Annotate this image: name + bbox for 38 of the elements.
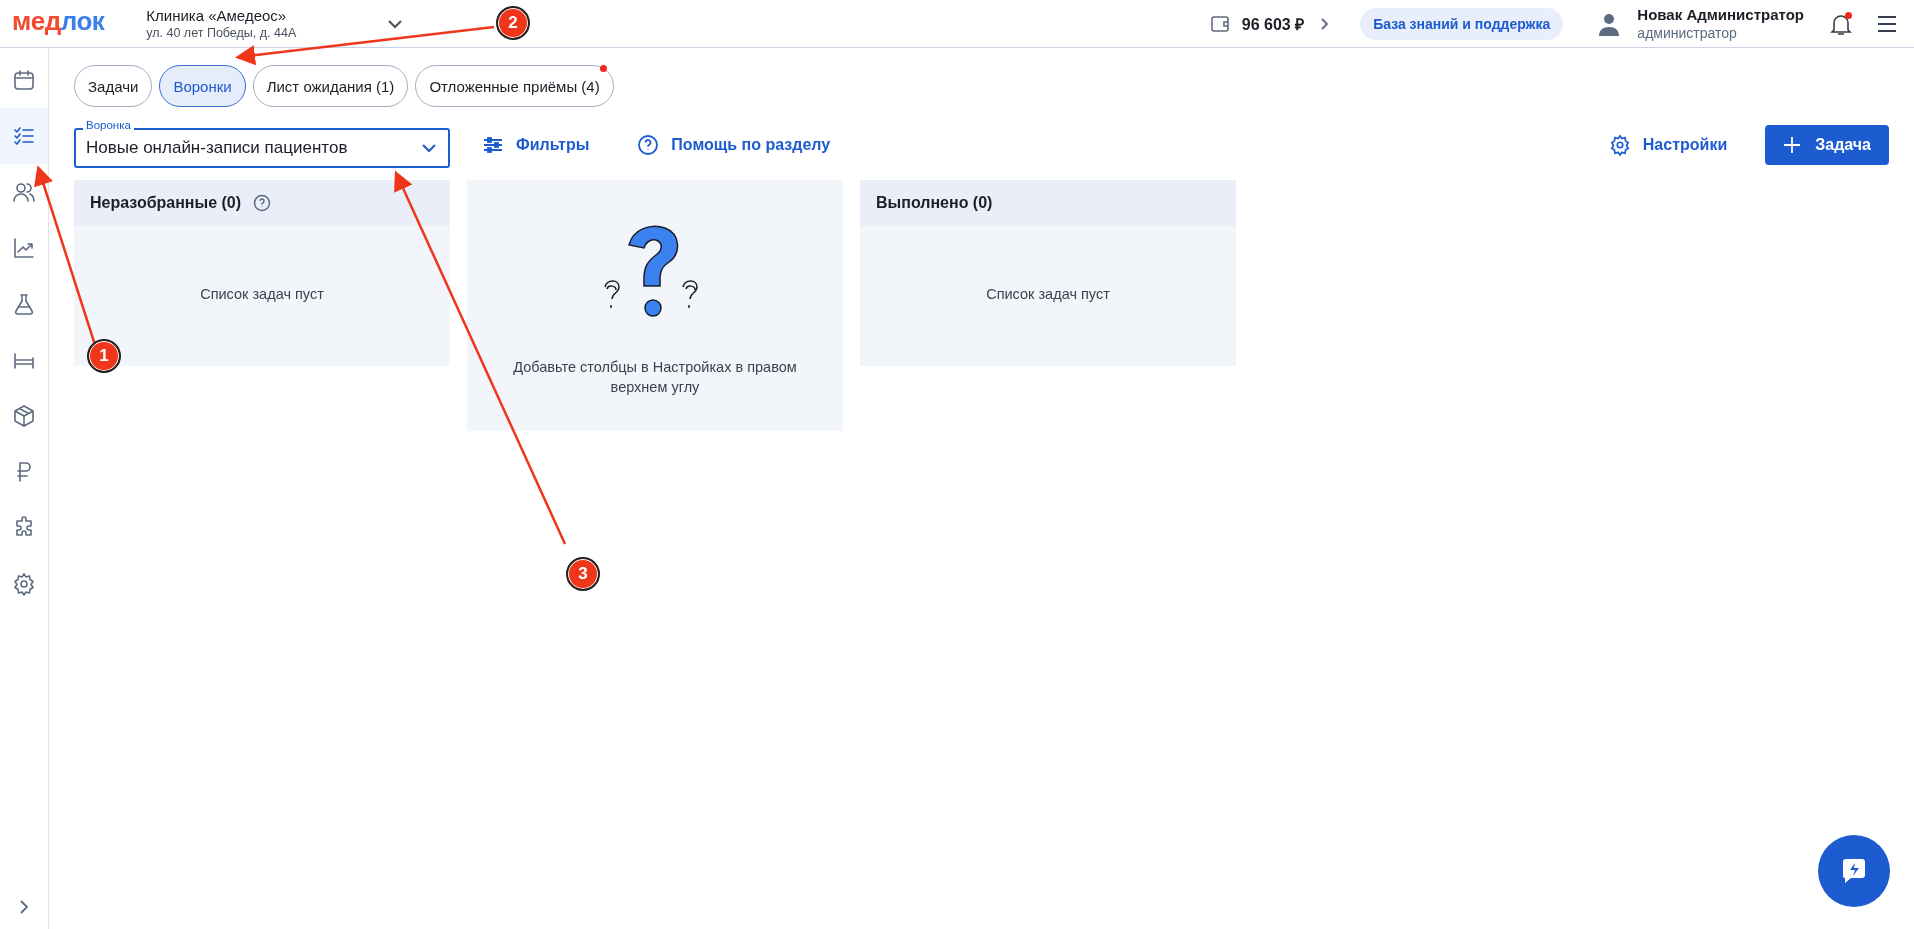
tab[interactable]: Отложенные приёмы (4) <box>415 65 614 107</box>
settings-button[interactable]: Настройки <box>1608 134 1728 156</box>
filters-button[interactable]: Фильтры <box>482 134 590 156</box>
tab[interactable]: Задачи <box>74 65 153 107</box>
help-icon[interactable] <box>253 194 272 212</box>
user-role: администратор <box>1637 25 1738 41</box>
annotation-marker: 3 <box>566 557 600 591</box>
empty-list-message: Список задач пуст <box>986 286 1110 304</box>
user-avatar-icon <box>1597 11 1622 36</box>
annotation-marker: 2 <box>496 6 530 40</box>
calendar-icon <box>12 68 36 92</box>
balance[interactable]: 96 603 ₽ <box>1241 12 1305 35</box>
settings-icon <box>12 572 36 596</box>
clinic-address: ул. 40 лет Победы, д. 44А <box>146 26 297 40</box>
add-task-button[interactable]: Задача <box>1765 125 1889 165</box>
box-icon <box>12 404 36 428</box>
column-title: Выполнено (0) <box>876 194 993 212</box>
checklist-icon <box>12 124 36 148</box>
help-link[interactable]: Помощь по разделу <box>637 134 831 156</box>
sidebar-item[interactable] <box>0 108 48 164</box>
user-name[interactable]: Новак Администратор <box>1637 6 1804 23</box>
wallet-icon <box>1209 13 1230 34</box>
column-title: Неразобранные (0) <box>90 194 242 212</box>
settings-icon <box>1608 134 1631 156</box>
field-label: Воронка <box>83 119 134 131</box>
people-icon <box>12 180 36 204</box>
logo[interactable]: медлок <box>12 6 105 37</box>
sliders-icon <box>482 134 504 156</box>
placeholder-message: Добавьте столбцы в Настройках в правом верхнем углу <box>512 358 798 397</box>
empty-list-message: Список задач пуст <box>200 286 324 304</box>
flask-icon <box>12 292 36 316</box>
chart-icon <box>12 236 36 260</box>
tab[interactable]: Воронки <box>159 65 246 107</box>
clinic-name[interactable]: Клиника «Амедеос» <box>146 7 297 24</box>
help-icon <box>637 134 660 156</box>
knowledge-base-button[interactable]: База знаний и поддержка <box>1360 7 1564 40</box>
plus-icon <box>1783 136 1802 154</box>
tab[interactable]: Лист ожидания (1) <box>252 65 409 107</box>
